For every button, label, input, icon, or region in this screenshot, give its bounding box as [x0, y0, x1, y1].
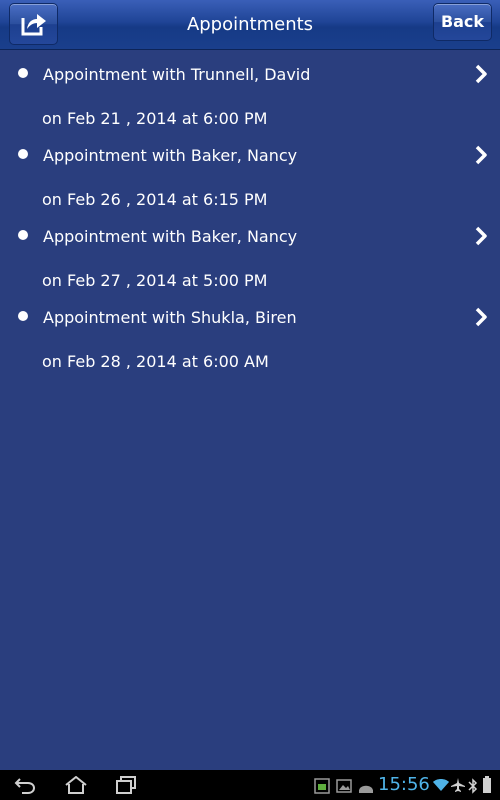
back-icon[interactable]	[14, 776, 36, 794]
header-bar: Appointments Back	[0, 0, 500, 50]
airplane-icon	[451, 778, 465, 792]
system-navigation-bar: 15:56	[0, 770, 500, 800]
appointment-datetime: on Feb 26 , 2014 at 6:15 PM	[42, 190, 268, 209]
share-icon	[21, 14, 46, 36]
chevron-right-icon	[475, 145, 487, 165]
bullet-icon	[18, 149, 28, 159]
chevron-right-icon	[475, 226, 487, 246]
appointment-title: Appointment with Baker, Nancy	[43, 146, 298, 165]
chevron-right-icon	[475, 307, 487, 327]
home-icon[interactable]	[64, 776, 88, 794]
chevron-right-icon	[475, 64, 487, 84]
recent-apps-icon[interactable]	[115, 776, 137, 794]
appointment-list: Appointment with Trunnell, David on Feb …	[0, 55, 500, 379]
appointment-title: Appointment with Trunnell, David	[43, 65, 311, 84]
bullet-icon	[18, 230, 28, 240]
gallery-icon	[336, 779, 352, 793]
appointment-datetime: on Feb 21 , 2014 at 6:00 PM	[42, 109, 268, 128]
list-item[interactable]: Appointment with Trunnell, David on Feb …	[0, 55, 500, 136]
appointment-title: Appointment with Shukla, Biren	[43, 308, 297, 327]
list-item[interactable]: Appointment with Baker, Nancy on Feb 26 …	[0, 136, 500, 217]
list-item[interactable]: Appointment with Shukla, Biren on Feb 28…	[0, 298, 500, 379]
wifi-icon	[433, 779, 449, 791]
screenshot-icon	[314, 778, 330, 794]
page-title: Appointments	[186, 14, 314, 35]
appointment-title: Appointment with Baker, Nancy	[43, 227, 298, 246]
share-button[interactable]	[9, 3, 58, 45]
bullet-icon	[18, 311, 28, 321]
bullet-icon	[18, 68, 28, 78]
list-item[interactable]: Appointment with Baker, Nancy on Feb 27 …	[0, 217, 500, 298]
clock: 15:56	[378, 774, 430, 795]
android-icon	[359, 785, 373, 793]
appointment-datetime: on Feb 28 , 2014 at 6:00 AM	[42, 352, 269, 371]
bluetooth-icon	[468, 778, 478, 794]
battery-icon	[483, 776, 491, 793]
back-button[interactable]: Back	[433, 3, 492, 41]
appointment-datetime: on Feb 27 , 2014 at 5:00 PM	[42, 271, 268, 290]
